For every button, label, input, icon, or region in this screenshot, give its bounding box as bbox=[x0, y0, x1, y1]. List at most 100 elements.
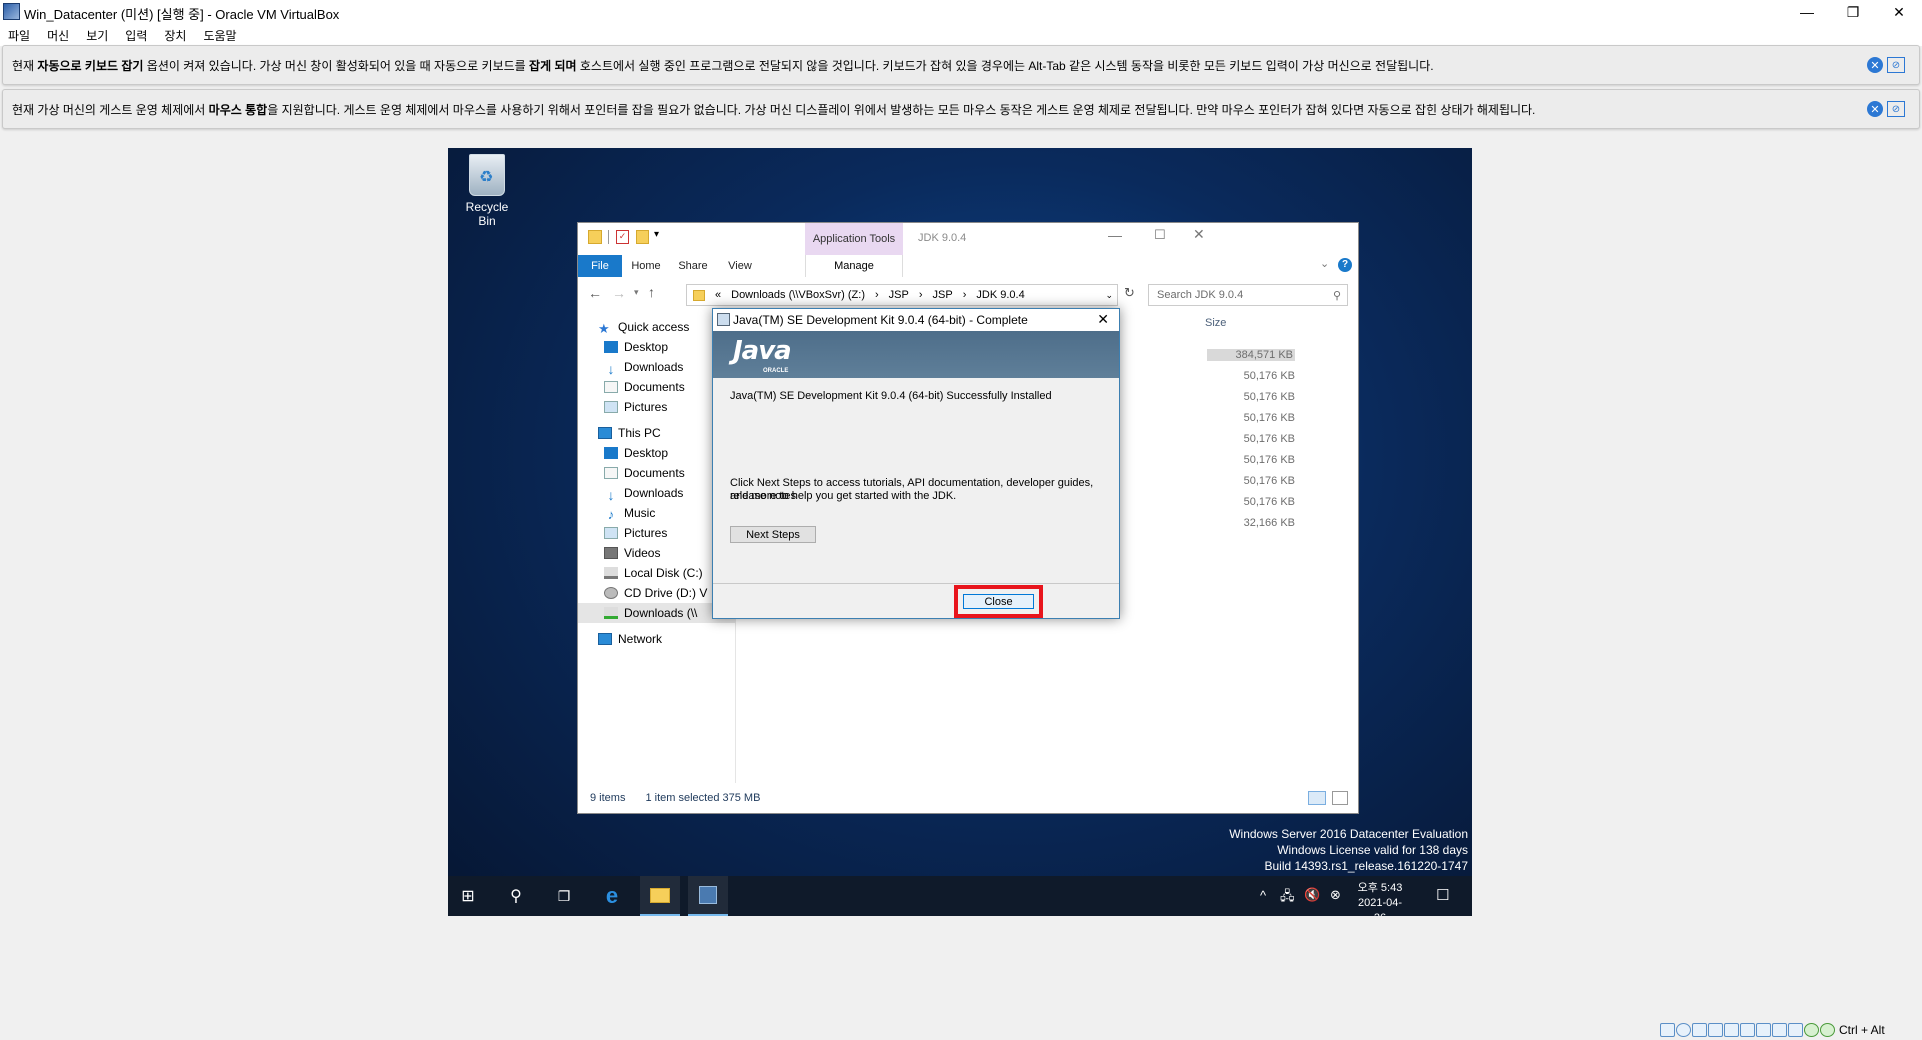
installer-icon bbox=[717, 313, 730, 326]
action-center-icon[interactable]: ☐ bbox=[1436, 886, 1449, 904]
network-icon bbox=[598, 633, 612, 645]
forward-arrow-icon[interactable]: → bbox=[612, 285, 626, 301]
clock[interactable]: 오후 5:43 2021-04-26 bbox=[1352, 881, 1408, 916]
breadcrumb-jsp[interactable]: JSP bbox=[889, 289, 909, 301]
explorer-titlebar: ✓ ▾ Application Tools JDK 9.0.4 — ☐ ✕ bbox=[578, 223, 1358, 255]
search-button[interactable]: ⚲ bbox=[496, 876, 536, 916]
close-notice-icon[interactable]: ✕ bbox=[1867, 101, 1883, 117]
hard-disk-status-icon[interactable] bbox=[1660, 1023, 1675, 1037]
recycle-bin-shortcut[interactable]: Recycle Bin bbox=[456, 154, 518, 228]
error-tray-icon[interactable]: ⊗ bbox=[1330, 887, 1341, 903]
file-size[interactable]: 50,176 KB bbox=[1215, 475, 1295, 487]
mute-notice-icon[interactable]: ⊘ bbox=[1887, 57, 1905, 73]
breadcrumb-downloads[interactable]: Downloads (\\VBoxSvr) (Z:) bbox=[731, 289, 865, 301]
up-arrow-icon[interactable]: ↑ bbox=[648, 284, 655, 300]
keyboard-status-icon[interactable] bbox=[1820, 1023, 1835, 1037]
windows-logo-icon: ⊞ bbox=[461, 888, 475, 905]
host-status-bar: Ctrl + Alt bbox=[1660, 1020, 1922, 1040]
close-button[interactable]: Close bbox=[963, 594, 1034, 609]
next-steps-button[interactable]: Next Steps bbox=[730, 526, 816, 543]
file-size[interactable]: 384,571 KB bbox=[1207, 349, 1295, 361]
application-tools-label: Application Tools bbox=[805, 223, 903, 255]
explorer-close-button[interactable]: ✕ bbox=[1193, 226, 1205, 243]
recent-locations-icon[interactable]: ▾ bbox=[634, 287, 639, 298]
host-titlebar: Win_Datacenter (미션) [실행 중] - Oracle VM V… bbox=[0, 0, 1922, 24]
tab-view[interactable]: View bbox=[720, 255, 760, 277]
search-input[interactable]: Search JDK 9.0.4 ⚲ bbox=[1148, 284, 1348, 306]
java-installer-dialog: Java(TM) SE Development Kit 9.0.4 (64-bi… bbox=[712, 308, 1120, 619]
recycle-bin-label: Recycle Bin bbox=[465, 200, 509, 228]
file-size[interactable]: 32,166 KB bbox=[1215, 517, 1295, 529]
file-size[interactable]: 50,176 KB bbox=[1215, 454, 1295, 466]
address-bar[interactable]: « Downloads (\\VBoxSvr) (Z:) › JSP › JSP… bbox=[686, 284, 1118, 306]
tray-overflow-icon[interactable]: ^ bbox=[1260, 888, 1266, 903]
menu-help[interactable]: 도움말 bbox=[203, 27, 236, 44]
breadcrumb-jdk[interactable]: JDK 9.0.4 bbox=[976, 289, 1024, 301]
file-size[interactable]: 50,176 KB bbox=[1215, 412, 1295, 424]
network-tray-icon[interactable]: 🖧 bbox=[1280, 887, 1295, 909]
minimize-button[interactable]: — bbox=[1784, 0, 1830, 24]
recording-status-icon[interactable] bbox=[1772, 1023, 1787, 1037]
usb-status-icon[interactable] bbox=[1724, 1023, 1739, 1037]
file-explorer-taskbar-button[interactable] bbox=[640, 876, 680, 916]
back-arrow-icon[interactable]: ← bbox=[588, 285, 602, 301]
menu-machine[interactable]: 머신 bbox=[47, 27, 69, 44]
help-icon[interactable]: ? bbox=[1338, 258, 1352, 272]
optical-drive-status-icon[interactable] bbox=[1676, 1023, 1691, 1037]
breadcrumb-overflow[interactable]: « bbox=[715, 289, 721, 301]
tab-file[interactable]: File bbox=[578, 255, 622, 277]
details-view-icon[interactable] bbox=[1308, 791, 1326, 805]
tab-manage[interactable]: Manage bbox=[805, 255, 903, 277]
menu-devices[interactable]: 장치 bbox=[164, 27, 186, 44]
virtualization-status-icon[interactable] bbox=[1788, 1023, 1803, 1037]
network-status-icon[interactable] bbox=[1708, 1023, 1723, 1037]
item-count: 9 items bbox=[590, 792, 626, 804]
ribbon-expand-icon[interactable]: ⌄ bbox=[1320, 257, 1329, 270]
start-button[interactable]: ⊞ bbox=[448, 876, 488, 916]
audio-status-icon[interactable] bbox=[1692, 1023, 1707, 1037]
close-notice-icon[interactable]: ✕ bbox=[1867, 57, 1883, 73]
size-column: Size 384,571 KB 50,176 KB 50,176 KB 50,1… bbox=[1205, 309, 1295, 709]
internet-explorer-button[interactable]: e bbox=[592, 876, 632, 916]
display-status-icon[interactable] bbox=[1756, 1023, 1771, 1037]
menu-view[interactable]: 보기 bbox=[86, 27, 108, 44]
nav-network[interactable]: Network bbox=[598, 629, 736, 649]
task-view-button[interactable]: ❐ bbox=[544, 876, 584, 916]
menu-file[interactable]: 파일 bbox=[8, 27, 30, 44]
properties-icon[interactable]: ✓ bbox=[616, 230, 629, 244]
guest-display[interactable]: Recycle Bin ✓ ▾ Application Tools JDK 9.… bbox=[448, 148, 1472, 916]
notice-text: 현재 자동으로 키보드 잡기 옵션이 켜져 있습니다. 가상 머신 창이 활성화… bbox=[12, 58, 1434, 73]
download-arrow-icon: ↓ bbox=[607, 487, 615, 503]
mouse-integration-status-icon[interactable] bbox=[1804, 1023, 1819, 1037]
file-size[interactable]: 50,176 KB bbox=[1215, 370, 1295, 382]
size-column-header[interactable]: Size bbox=[1205, 317, 1226, 329]
address-dropdown-icon[interactable]: ⌄ bbox=[1105, 290, 1113, 301]
host-menubar: 파일 머신 보기 입력 장치 도움말 bbox=[0, 24, 1922, 46]
restore-button[interactable]: ❐ bbox=[1830, 0, 1876, 24]
notice-text: 현재 가상 머신의 게스트 운영 체제에서 마우스 통합을 지원합니다. 게스트… bbox=[12, 102, 1536, 117]
menu-input[interactable]: 입력 bbox=[125, 27, 147, 44]
file-size[interactable]: 50,176 KB bbox=[1215, 496, 1295, 508]
file-size[interactable]: 50,176 KB bbox=[1215, 433, 1295, 445]
dialog-close-icon[interactable]: ✕ bbox=[1097, 311, 1109, 328]
new-folder-icon[interactable] bbox=[636, 230, 649, 244]
tab-home[interactable]: Home bbox=[626, 255, 666, 277]
refresh-icon[interactable]: ↻ bbox=[1124, 285, 1135, 301]
mute-notice-icon[interactable]: ⊘ bbox=[1887, 101, 1905, 117]
file-size[interactable]: 50,176 KB bbox=[1215, 391, 1295, 403]
close-window-button[interactable]: ✕ bbox=[1876, 0, 1922, 24]
explorer-maximize-button[interactable]: ☐ bbox=[1154, 227, 1166, 243]
documents-icon bbox=[604, 381, 618, 393]
tab-share[interactable]: Share bbox=[672, 255, 714, 277]
breadcrumb-jsp-2[interactable]: JSP bbox=[933, 289, 953, 301]
explorer-minimize-button[interactable]: — bbox=[1108, 227, 1122, 243]
dialog-title: Java(TM) SE Development Kit 9.0.4 (64-bi… bbox=[733, 313, 1028, 327]
large-icons-view-icon[interactable] bbox=[1332, 791, 1348, 805]
internet-explorer-icon: e bbox=[605, 883, 619, 908]
java-logo: Java bbox=[733, 336, 792, 366]
volume-muted-icon[interactable]: 🔇 bbox=[1304, 887, 1320, 903]
shared-folders-status-icon[interactable] bbox=[1740, 1023, 1755, 1037]
installer-taskbar-button[interactable] bbox=[688, 876, 728, 916]
java-banner: Java ORACLE bbox=[713, 331, 1119, 378]
qat-dropdown-icon[interactable]: ▾ bbox=[654, 229, 659, 240]
